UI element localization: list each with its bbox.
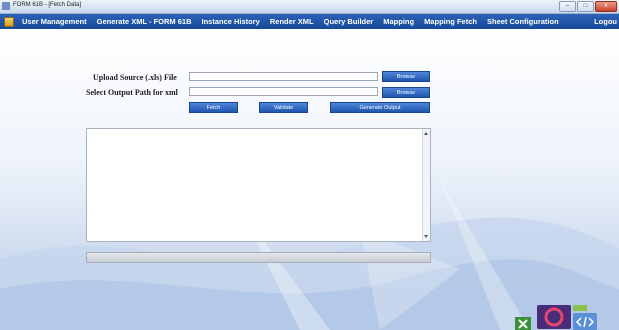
main-content: Upload Source (.xls) File Browse Select … (0, 29, 619, 330)
menu-generate-xml[interactable]: Generate XML - FORM 61B (92, 17, 197, 26)
user-icon (4, 16, 14, 27)
progress-bar (86, 252, 431, 263)
generate-output-button[interactable]: Generate Output (330, 102, 430, 113)
fetch-button[interactable]: Fetch (189, 102, 238, 113)
menu-mapping-fetch[interactable]: Mapping Fetch (419, 17, 482, 26)
menu-query-builder[interactable]: Query Builder (319, 17, 379, 26)
browse-output-button[interactable]: Browse (382, 87, 430, 98)
log-textarea[interactable] (86, 128, 431, 242)
maximize-button[interactable]: □ (577, 1, 594, 12)
close-button[interactable]: x (595, 1, 617, 12)
menu-render-xml[interactable]: Render XML (265, 17, 319, 26)
upload-source-input[interactable] (189, 72, 378, 81)
output-path-input[interactable] (189, 87, 378, 96)
validate-button[interactable]: Validate (259, 102, 308, 113)
menu-sheet-configuration[interactable]: Sheet Configuration (482, 17, 564, 26)
app-icon (2, 2, 10, 10)
desktop-gadget (515, 305, 597, 330)
title-bar: FORM 61B - [Fetch Data] – □ x (0, 0, 619, 14)
log-scrollbar[interactable] (422, 129, 430, 241)
menu-logout[interactable]: Logou (589, 17, 619, 26)
window-title: FORM 61B - [Fetch Data] (13, 2, 82, 8)
minimize-button[interactable]: – (559, 1, 576, 12)
menu-mapping[interactable]: Mapping (378, 17, 419, 26)
upload-source-label: Upload Source (.xls) File (93, 73, 177, 82)
window-controls: – □ x (559, 1, 617, 12)
scroll-up-arrow-icon[interactable] (424, 132, 428, 135)
menu-bar: User Management Generate XML - FORM 61B … (0, 14, 619, 29)
menu-instance-history[interactable]: Instance History (197, 17, 265, 26)
menu-user-management[interactable]: User Management (17, 17, 92, 26)
browse-source-button[interactable]: Browse (382, 71, 430, 82)
scroll-down-arrow-icon[interactable] (424, 235, 428, 238)
output-path-label: Select Output Path for xml (86, 88, 178, 97)
